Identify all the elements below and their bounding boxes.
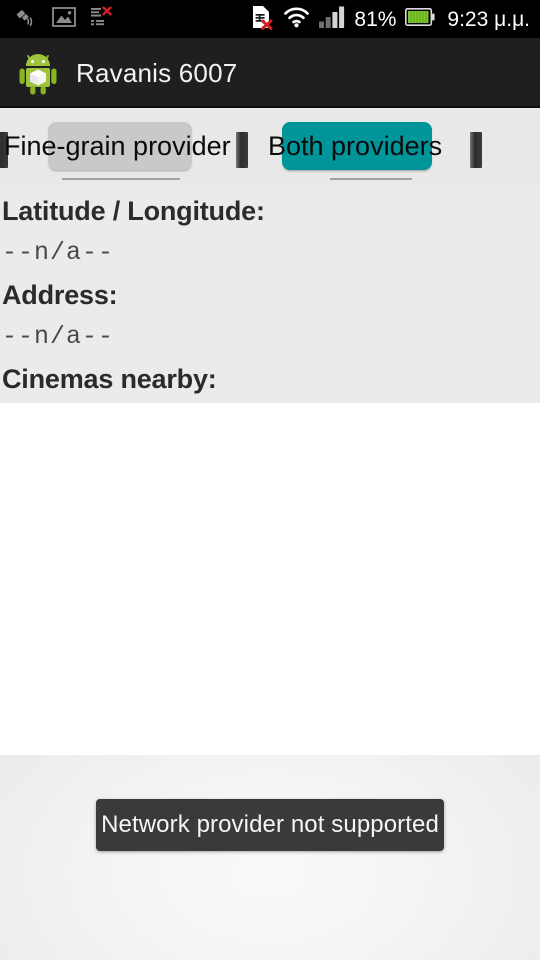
action-bar: Ravanis 6007: [0, 38, 540, 108]
sync-error-icon: [90, 5, 112, 33]
fine-grain-provider-underline: [62, 178, 180, 180]
battery-icon: [405, 7, 436, 31]
provider-button-strip[interactable]: Fine-grain provider Both providers: [0, 108, 540, 184]
latlng-value: --n/a--: [2, 238, 115, 267]
bottom-background: [0, 755, 540, 960]
status-bar-clock: 9:23 μ.μ.: [447, 7, 530, 31]
cinemas-result-list[interactable]: [0, 403, 540, 755]
status-bar-left-icons: [14, 5, 112, 34]
both-providers-underline: [330, 178, 412, 180]
address-label: Address:: [2, 280, 118, 310]
wifi-icon: [283, 6, 310, 33]
status-bar-right-icons: 81% 9:23 μ.μ.: [251, 4, 530, 35]
tab-both-providers[interactable]: Both providers: [268, 122, 442, 170]
app-title: Ravanis 6007: [76, 57, 238, 88]
battery-percent-label: 81%: [354, 7, 397, 31]
sim-card-error-icon: [251, 4, 274, 35]
toast-message-text: Network provider not supported: [101, 811, 439, 838]
strip-divider-middle: [236, 132, 248, 168]
gps-satellite-icon: [14, 5, 38, 34]
android-robot-icon: [14, 49, 62, 97]
tab-fine-grain-provider[interactable]: Fine-grain provider: [4, 122, 231, 170]
address-value: --n/a--: [2, 322, 115, 351]
cellular-signal-icon: [319, 6, 345, 33]
toast-message: Network provider not supported: [96, 799, 444, 851]
strip-divider-right: [470, 132, 482, 168]
image-gallery-icon: [52, 6, 76, 33]
status-bar: 81% 9:23 μ.μ.: [0, 0, 540, 38]
app-screen: 81% 9:23 μ.μ. Ravanis 6007 Fine-grain pr…: [0, 0, 540, 960]
latlng-label: Latitude / Longitude:: [2, 196, 265, 226]
location-info-panel: Latitude / Longitude: --n/a-- Address: -…: [0, 184, 540, 403]
cinemas-nearby-label: Cinemas nearby:: [2, 364, 217, 394]
